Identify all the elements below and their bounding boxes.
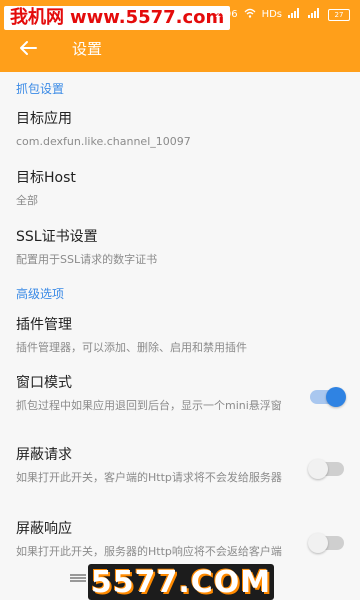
footer-watermark-text: 5577.COM <box>90 564 272 600</box>
app-bar: 设置 <box>0 28 360 68</box>
block-response-toggle[interactable] <box>308 533 344 553</box>
setting-title: 目标应用 <box>16 111 72 127</box>
setting-title: 屏蔽响应 <box>16 521 72 537</box>
footer-watermark: 5577.COM <box>88 564 274 600</box>
setting-subtitle: 如果打开此开关，客户端的Http请求将不会发给服务器 <box>16 471 282 484</box>
setting-block-response[interactable]: 屏蔽响应 如果打开此开关，服务器的Http响应将不会返给客户端 <box>16 518 290 560</box>
back-arrow-icon[interactable] <box>18 38 38 58</box>
setting-target-app[interactable]: 目标应用 com.dexfun.like.channel_10097 <box>16 108 344 150</box>
network-type: HDs <box>261 9 282 20</box>
setting-target-host[interactable]: 目标Host 全部 <box>16 167 344 209</box>
wifi-icon <box>244 8 256 21</box>
signal-icon-2 <box>308 8 322 21</box>
setting-window-mode[interactable]: 窗口模式 抓包过程中如果应用退回到后台，显示一个mini悬浮窗 <box>16 372 290 414</box>
setting-title: 屏蔽请求 <box>16 447 72 463</box>
site-watermark: 我机网 www.5577.com <box>4 6 231 30</box>
app-top-bar: 我机网 www.5577.com 2:06 HDs 27 设置 <box>0 0 360 72</box>
battery-icon: 27 <box>328 8 350 21</box>
setting-subtitle: 全部 <box>16 194 38 207</box>
status-time: 2:06 <box>215 9 238 20</box>
setting-ssl-cert[interactable]: SSL证书设置 配置用于SSL请求的数字证书 <box>16 226 344 268</box>
menu-handle-icon <box>70 574 86 582</box>
watermark-site-name: 我机网 <box>10 7 64 28</box>
setting-subtitle: 配置用于SSL请求的数字证书 <box>16 253 158 266</box>
block-request-toggle[interactable] <box>308 459 344 479</box>
setting-subtitle: 抓包过程中如果应用退回到后台，显示一个mini悬浮窗 <box>16 399 282 412</box>
status-bar: 2:06 HDs 27 <box>215 8 350 21</box>
setting-plugin-manager[interactable]: 插件管理 插件管理器，可以添加、删除、启用和禁用插件 <box>16 314 344 356</box>
page-title: 设置 <box>72 39 103 58</box>
toggle-knob <box>308 459 328 479</box>
signal-icon <box>288 8 302 21</box>
setting-subtitle: 插件管理器，可以添加、删除、启用和禁用插件 <box>16 341 247 354</box>
toggle-knob <box>308 533 328 553</box>
setting-title: SSL证书设置 <box>16 229 98 245</box>
setting-title: 窗口模式 <box>16 375 72 391</box>
window-mode-toggle[interactable] <box>310 387 346 407</box>
watermark-url: www.5577.com <box>70 7 225 28</box>
section-header-capture: 抓包设置 <box>16 82 65 96</box>
section-header-advanced: 高级选项 <box>16 287 65 301</box>
toggle-knob <box>326 387 346 407</box>
settings-content: 抓包设置 目标应用 com.dexfun.like.channel_10097 … <box>0 72 360 600</box>
setting-title: 目标Host <box>16 170 76 186</box>
setting-title: 插件管理 <box>16 317 72 333</box>
setting-subtitle: 如果打开此开关，服务器的Http响应将不会返给客户端 <box>16 545 282 558</box>
setting-block-request[interactable]: 屏蔽请求 如果打开此开关，客户端的Http请求将不会发给服务器 <box>16 444 290 486</box>
setting-subtitle: com.dexfun.like.channel_10097 <box>16 135 191 148</box>
